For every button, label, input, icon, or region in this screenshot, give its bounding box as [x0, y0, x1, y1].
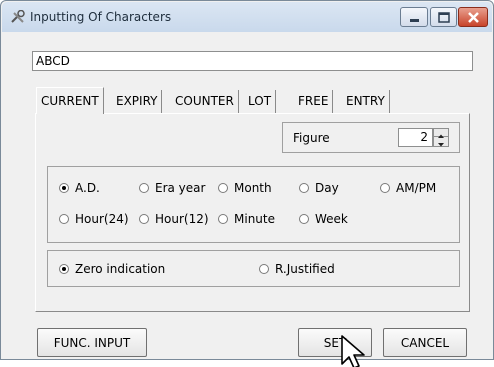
radio-dot[interactable]: [218, 214, 228, 224]
radio-label: Hour(24): [75, 212, 129, 226]
radio-era-year[interactable]: Era year: [139, 181, 205, 195]
radio-dot[interactable]: [59, 214, 69, 224]
radio-label: Day: [315, 181, 339, 195]
close-button[interactable]: [458, 7, 488, 27]
window-title: Inputting Of Characters: [30, 10, 172, 24]
radio-ampm[interactable]: AM/PM: [380, 181, 436, 195]
radio-ad[interactable]: A.D.: [59, 181, 100, 195]
title-bar[interactable]: Inputting Of Characters: [2, 2, 492, 32]
radio-label: Hour(12): [155, 212, 209, 226]
radio-hour24[interactable]: Hour(24): [59, 212, 129, 226]
radio-r-justified[interactable]: R.Justified: [259, 262, 335, 276]
func-input-button[interactable]: FUNC. INPUT: [37, 328, 147, 357]
radio-label: Zero indication: [75, 262, 166, 276]
maximize-icon: [438, 12, 450, 23]
radio-label: Month: [234, 181, 272, 195]
radio-month[interactable]: Month: [218, 181, 272, 195]
radio-dot[interactable]: [259, 264, 269, 274]
radio-dot[interactable]: [299, 214, 309, 224]
spin-down-button[interactable]: [434, 138, 448, 147]
radio-dot[interactable]: [59, 183, 69, 193]
radio-dot[interactable]: [299, 183, 309, 193]
tab-free[interactable]: FREE: [294, 90, 334, 113]
figure-input[interactable]: 2: [398, 128, 433, 147]
radio-dot[interactable]: [380, 183, 390, 193]
spin-up-button[interactable]: [434, 129, 448, 138]
tab-expiry[interactable]: EXPIRY: [112, 90, 163, 113]
tab-lot[interactable]: LOT: [244, 90, 277, 113]
radio-label: Era year: [155, 181, 206, 195]
figure-label: Figure: [293, 131, 330, 145]
radio-zero-indication[interactable]: Zero indication: [59, 262, 165, 276]
dialog-window: Inputting Of Characters ABCD CURRENT EXP…: [0, 0, 494, 367]
radio-week[interactable]: Week: [299, 212, 348, 226]
radio-dot[interactable]: [59, 264, 69, 274]
tab-current[interactable]: CURRENT: [36, 87, 104, 114]
radio-dot[interactable]: [218, 183, 228, 193]
maximize-button[interactable]: [430, 7, 457, 27]
figure-group: Figure 2: [282, 122, 460, 153]
characters-input[interactable]: ABCD: [32, 51, 473, 71]
radio-dot[interactable]: [139, 214, 149, 224]
minimize-button[interactable]: [400, 7, 428, 27]
figure-spinner[interactable]: [433, 128, 449, 147]
tab-counter[interactable]: COUNTER: [171, 90, 239, 113]
radio-day[interactable]: Day: [299, 181, 339, 195]
radio-label: AM/PM: [396, 181, 437, 195]
dialog-frame: Inputting Of Characters ABCD CURRENT EXP…: [0, 0, 494, 360]
radio-hour12[interactable]: Hour(12): [139, 212, 209, 226]
radio-label: A.D.: [75, 181, 100, 195]
arrow-down-icon: [438, 143, 444, 147]
radio-dot[interactable]: [139, 183, 149, 193]
cancel-button[interactable]: CANCEL: [383, 328, 467, 357]
radio-label: R.Justified: [275, 262, 335, 276]
radio-label: Minute: [234, 212, 275, 226]
radio-minute[interactable]: Minute: [218, 212, 275, 226]
tab-entry[interactable]: ENTRY: [342, 90, 390, 113]
radio-label: Week: [315, 212, 348, 226]
date-format-group: [47, 166, 460, 243]
close-icon: [468, 12, 479, 23]
mouse-cursor-icon: [341, 335, 365, 367]
tools-icon: [11, 10, 25, 23]
minimize-icon: [410, 19, 419, 22]
